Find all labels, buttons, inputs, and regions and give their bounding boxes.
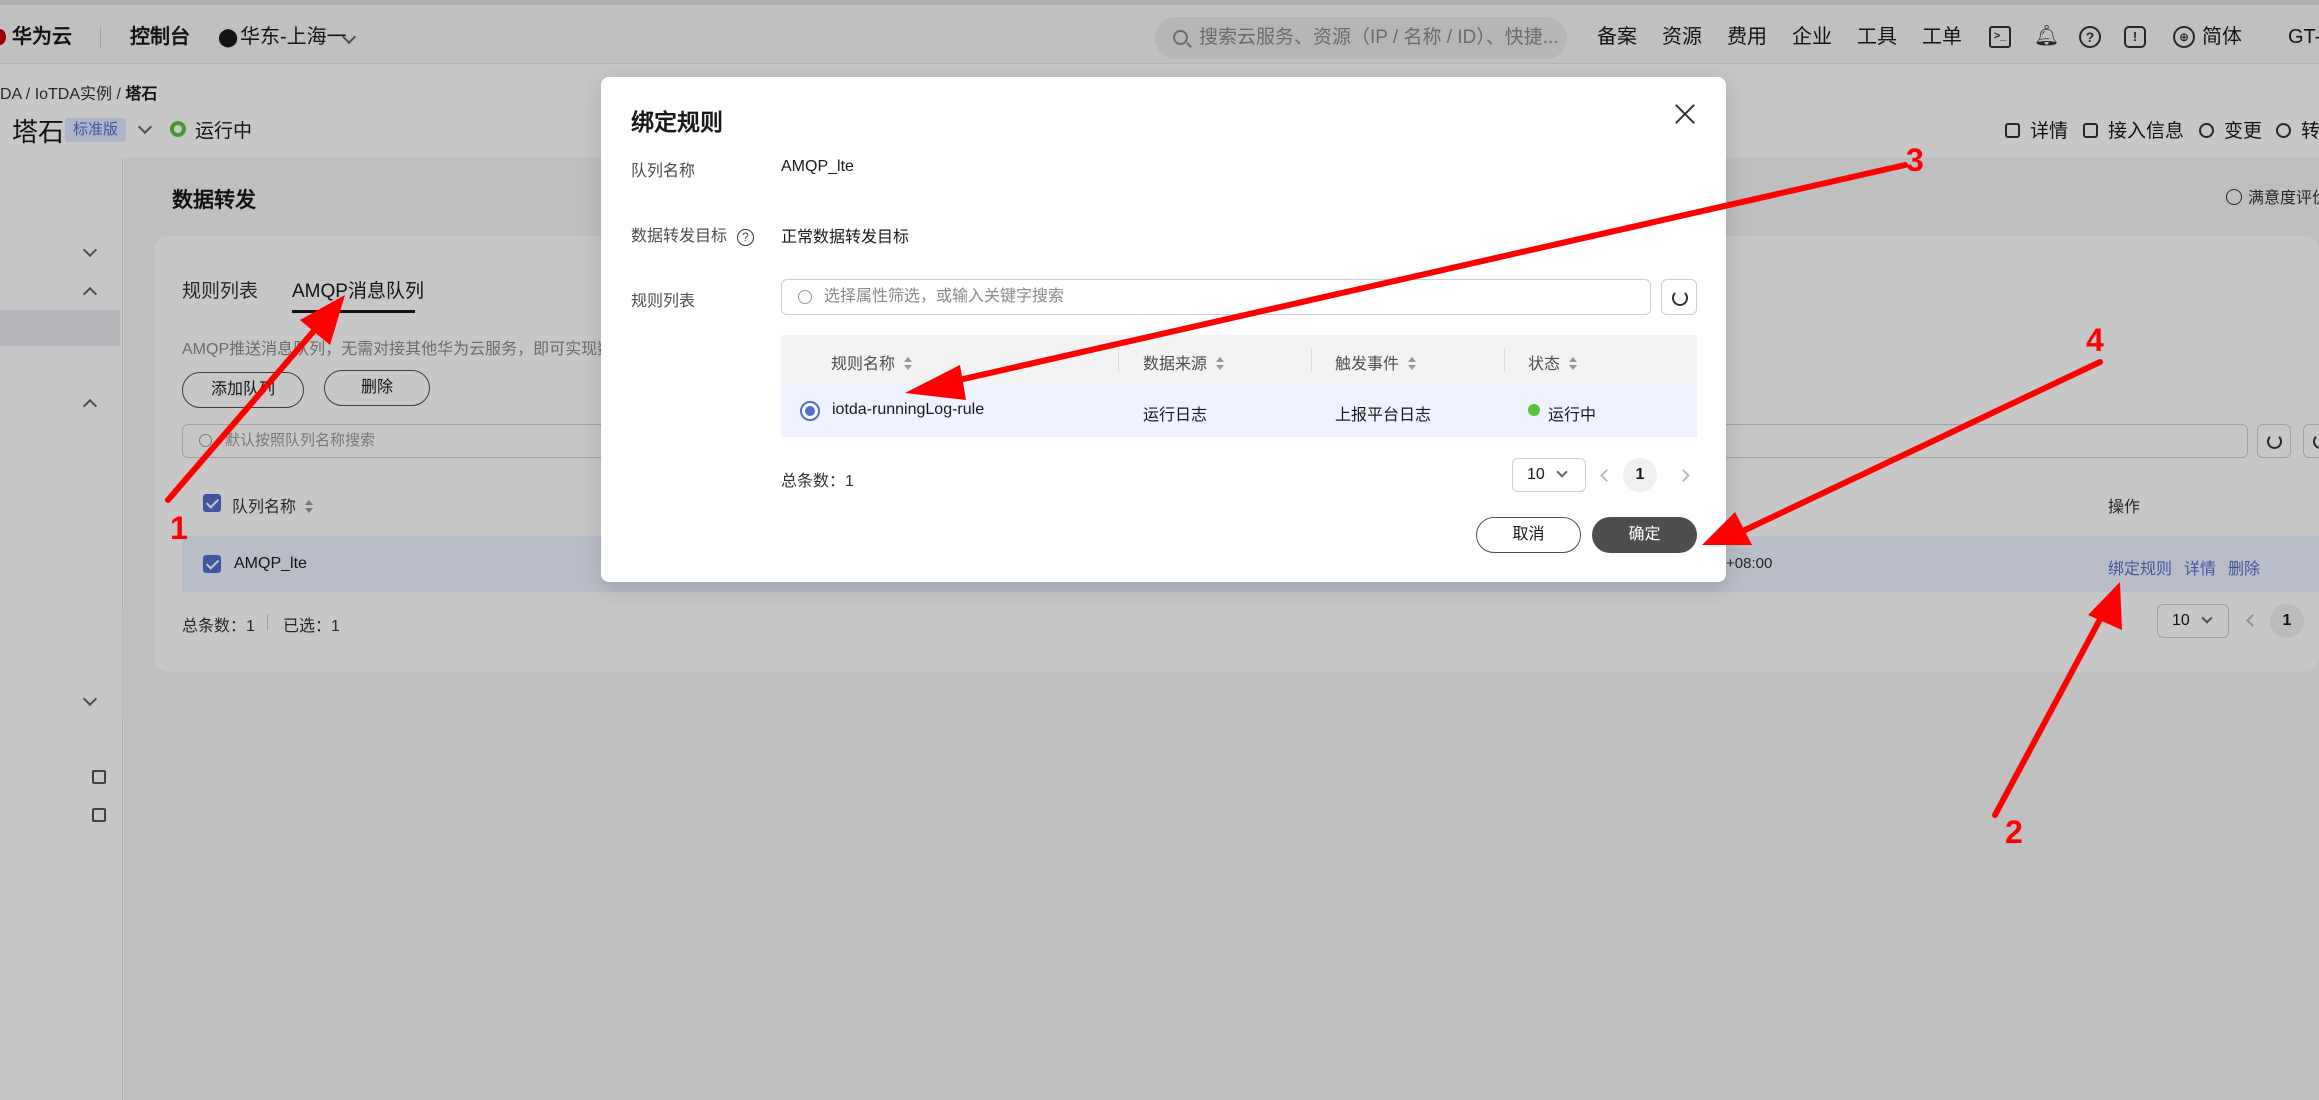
- rule-refresh-button[interactable]: [1661, 279, 1697, 315]
- rule-page-size-select[interactable]: 10: [1512, 458, 1586, 492]
- refresh-icon: [1672, 290, 1688, 306]
- annotation-number-1: 1: [170, 510, 188, 546]
- chevron-down-icon: [1556, 466, 1568, 478]
- rule-list-label: 规则列表: [631, 293, 696, 310]
- column-separator: [1118, 348, 1119, 372]
- rule-total-count: 总条数：1: [781, 473, 854, 490]
- status-running-icon: [1528, 404, 1540, 416]
- column-trigger-event[interactable]: 触发事件: [1335, 350, 1417, 374]
- sort-icon[interactable]: [1215, 357, 1225, 371]
- close-icon[interactable]: [1672, 101, 1698, 127]
- rule-current-page[interactable]: 1: [1623, 458, 1657, 492]
- next-page-icon[interactable]: [1677, 469, 1690, 482]
- search-icon: [798, 290, 812, 304]
- confirm-button[interactable]: 确定: [1592, 517, 1697, 553]
- target-label: 数据转发目标?: [631, 222, 755, 246]
- column-separator: [1311, 348, 1312, 372]
- column-status[interactable]: 状态: [1528, 350, 1578, 374]
- cancel-button[interactable]: 取消: [1476, 517, 1581, 553]
- sort-icon[interactable]: [1568, 357, 1578, 371]
- sort-icon[interactable]: [1407, 357, 1417, 371]
- annotation-number-2: 2: [2005, 814, 2023, 850]
- rule-status: 运行中: [1548, 407, 1597, 424]
- dialog-title: 绑定规则: [631, 109, 723, 135]
- rule-search-placeholder: 选择属性筛选，或输入关键字搜索: [824, 288, 1065, 305]
- prev-page-icon[interactable]: [1600, 469, 1613, 482]
- rule-table-header: 规则名称 数据来源 触发事件 状态: [781, 335, 1697, 385]
- column-separator: [1504, 348, 1505, 372]
- annotation-number-3: 3: [1906, 142, 1924, 178]
- table-row[interactable]: iotda-runningLog-rule 运行日志 上报平台日志 运行中: [781, 385, 1697, 437]
- help-icon[interactable]: ?: [737, 229, 755, 246]
- annotation-number-4: 4: [2086, 322, 2104, 358]
- column-rule-name[interactable]: 规则名称: [831, 350, 913, 374]
- bind-rule-dialog: 绑定规则 队列名称 AMQP_lte 数据转发目标? 正常数据转发目标 规则列表…: [601, 77, 1726, 582]
- queue-name-value: AMQP_lte: [781, 158, 854, 175]
- rule-radio-button[interactable]: [800, 401, 820, 421]
- rule-source: 运行日志: [1143, 407, 1208, 424]
- rule-name: iotda-runningLog-rule: [832, 401, 985, 418]
- rule-search-input[interactable]: 选择属性筛选，或输入关键字搜索: [781, 279, 1651, 315]
- column-data-source[interactable]: 数据来源: [1143, 350, 1225, 374]
- sort-icon[interactable]: [903, 357, 913, 371]
- queue-name-label: 队列名称: [631, 163, 696, 180]
- target-value: 正常数据转发目标: [781, 229, 910, 246]
- rule-event: 上报平台日志: [1335, 407, 1432, 424]
